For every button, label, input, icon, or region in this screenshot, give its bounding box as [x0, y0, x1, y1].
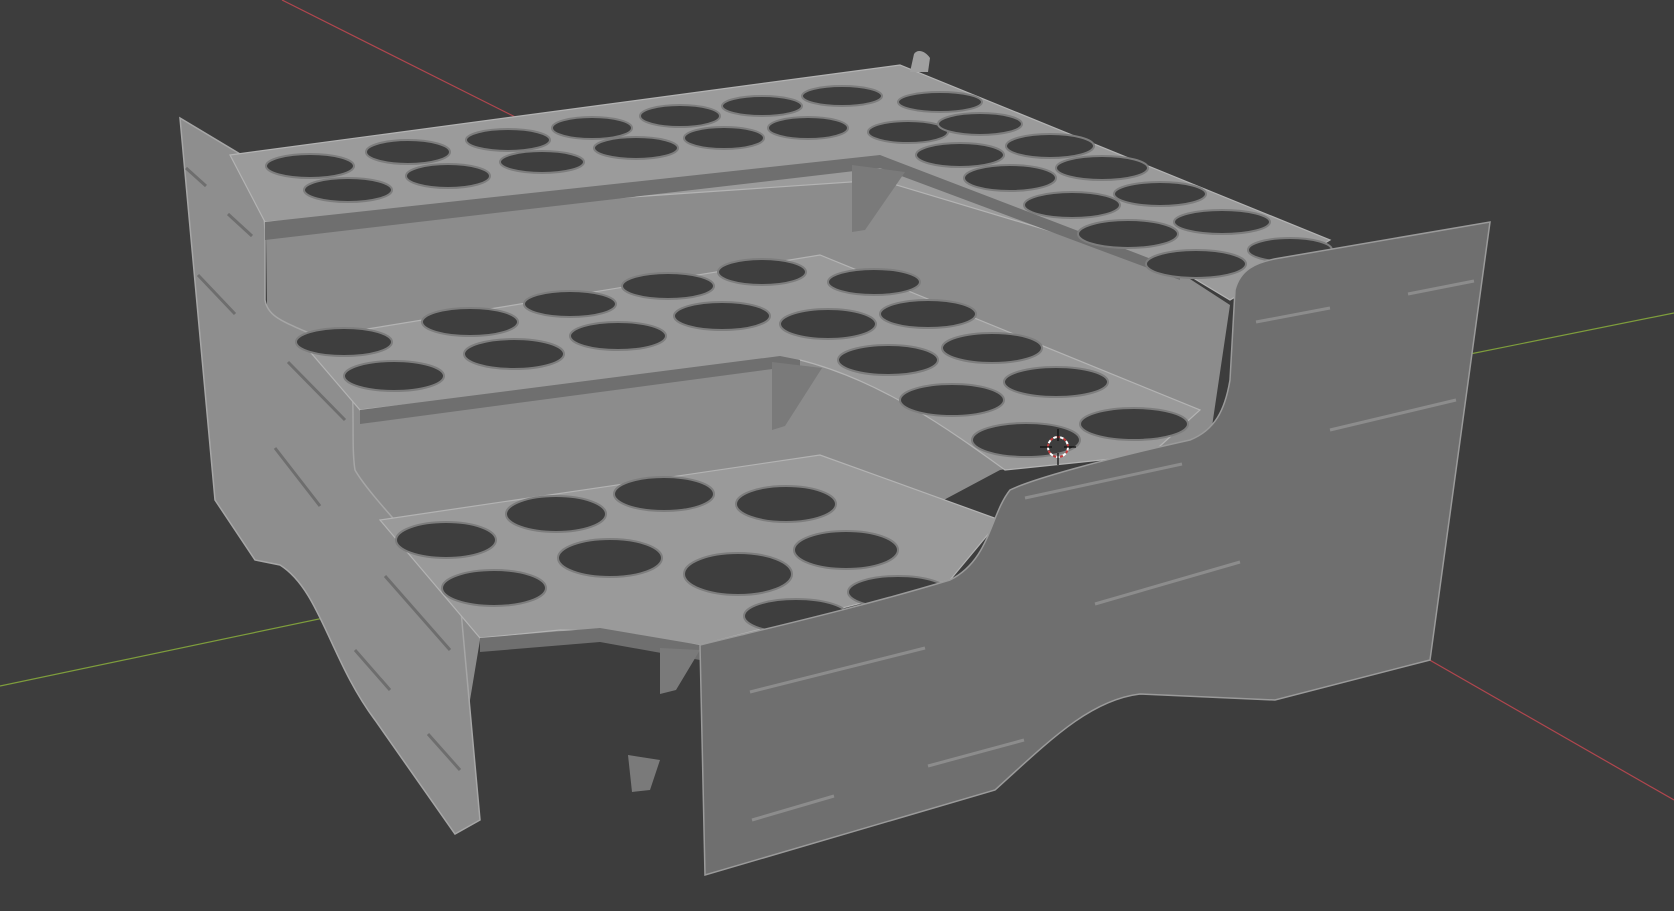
y-axis-line-right: [1469, 312, 1674, 355]
top-tab: [910, 51, 930, 72]
bottom-lower-support: [628, 755, 660, 792]
tray-model[interactable]: [179, 51, 1491, 876]
3d-viewport[interactable]: [0, 0, 1674, 911]
bottom-support: [660, 648, 700, 694]
